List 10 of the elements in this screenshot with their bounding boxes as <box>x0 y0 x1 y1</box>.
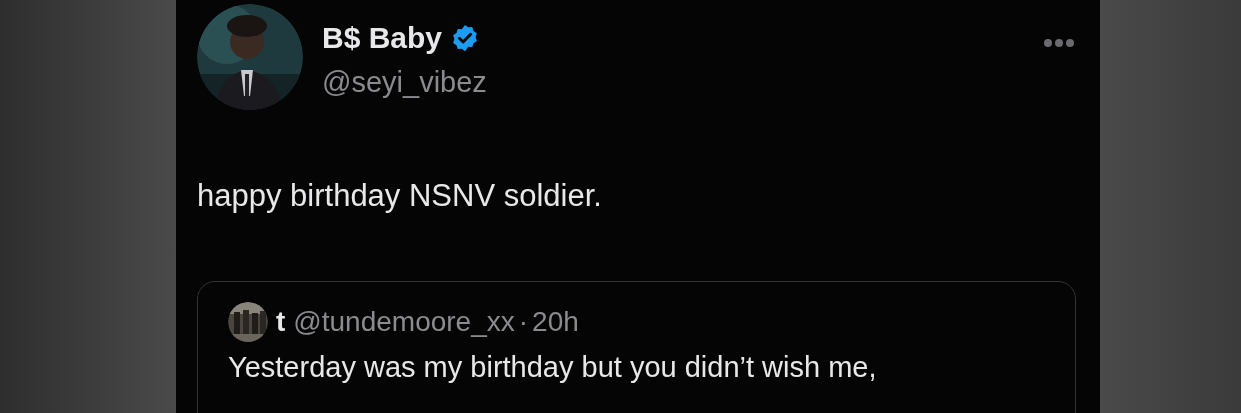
timestamp: 20h <box>532 305 579 339</box>
quoted-user-name: t <box>276 305 286 339</box>
user-handle: @seyi_vibez <box>322 65 487 100</box>
user-name: B$ Baby <box>322 20 443 56</box>
separator-dot: · <box>518 305 529 339</box>
more-options-icon[interactable] <box>1043 38 1075 48</box>
tweet-text: happy birthday NSNV soldier. <box>196 177 603 215</box>
quoted-tweet-card[interactable]: t @tundemoore_xx·20h Yesterday was my birthday but you didn’t wish me, <box>197 281 1076 413</box>
quoted-user-handle: @tundemoore_xx <box>293 305 515 339</box>
quoted-tweet-text: Yesterday was my birthday but you didn’t wish me, <box>228 350 878 385</box>
